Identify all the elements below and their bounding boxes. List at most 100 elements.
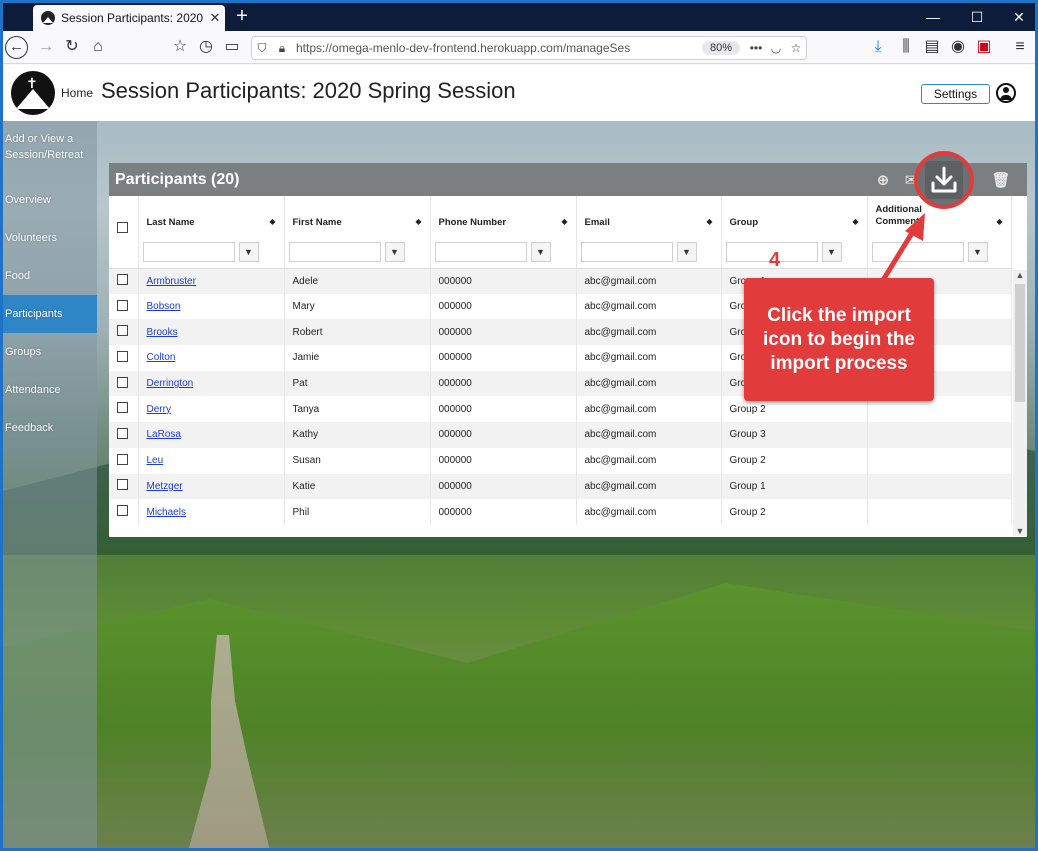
sort-icon[interactable]: ◆: [269, 217, 275, 226]
scroll-thumb[interactable]: [1015, 284, 1025, 402]
select-all-cell: [109, 196, 139, 236]
sort-icon[interactable]: ◆: [852, 217, 858, 226]
home-icon[interactable]: ⌂: [87, 36, 109, 58]
sort-icon[interactable]: ◆: [415, 217, 421, 226]
cell-email: abc@gmail.com: [576, 396, 722, 423]
row-checkbox[interactable]: [117, 427, 128, 439]
filter-icon[interactable]: ▼: [676, 241, 697, 262]
row-checkbox[interactable]: [117, 453, 128, 465]
row-checkbox[interactable]: [117, 274, 128, 286]
minimize-icon[interactable]: —: [911, 3, 955, 31]
star-icon[interactable]: ☆: [786, 41, 806, 55]
extension-icon[interactable]: ▣: [973, 36, 995, 58]
add-icon[interactable]: ⊕: [869, 171, 897, 189]
sort-icon[interactable]: ◆: [706, 217, 712, 226]
cell-phone: 000000: [430, 319, 577, 346]
filter-input[interactable]: [434, 241, 527, 262]
participant-name-link[interactable]: Brooks: [147, 327, 178, 338]
settings-button[interactable]: Settings: [921, 84, 990, 104]
row-checkbox[interactable]: [117, 479, 128, 491]
sidebar-item-volunteers[interactable]: Volunteers: [3, 219, 97, 257]
scroll-up-icon[interactable]: ▲: [1013, 270, 1027, 280]
trash-icon[interactable]: 🗑︎: [987, 171, 1015, 189]
cell-text: 000000: [438, 480, 472, 492]
account-icon[interactable]: ◉: [947, 36, 969, 58]
filter-icon[interactable]: ▼: [530, 241, 551, 262]
cell-text: abc@gmail.com: [584, 429, 657, 441]
menu-icon[interactable]: ≡: [1009, 36, 1031, 58]
cell-text: abc@gmail.com: [584, 326, 657, 338]
cell-text: Group 3: [729, 429, 766, 441]
close-tab-icon[interactable]: ✕: [205, 10, 225, 26]
row-checkbox[interactable]: [117, 505, 128, 517]
participant-name-link[interactable]: Armbruster: [147, 276, 196, 287]
home-link[interactable]: Home: [61, 86, 93, 100]
column-header-phone[interactable]: Phone Number ◆: [430, 196, 577, 236]
zoom-level[interactable]: 80%: [701, 41, 740, 55]
shield-icon[interactable]: ⛉: [252, 41, 272, 56]
filter-icon[interactable]: ▼: [821, 241, 842, 262]
participant-name-link[interactable]: Leu: [147, 455, 164, 466]
folder-icon[interactable]: ▭: [221, 36, 243, 58]
app-header: Home Session Participants: 2020 Spring S…: [3, 65, 1035, 121]
participant-name-link[interactable]: Metzger: [147, 481, 183, 492]
sidebar-item-sessions[interactable]: Add or View a Session/Retreat: [3, 121, 97, 181]
sidebar-item-overview[interactable]: Overview: [3, 181, 97, 219]
row-checkbox[interactable]: [117, 402, 128, 414]
user-account-icon[interactable]: [996, 83, 1016, 103]
address-bar[interactable]: ⛉ 🔒︎ https://omega-menlo-dev-frontend.he…: [251, 36, 807, 60]
browser-tab[interactable]: Session Participants: 2020 Spring Sessio…: [33, 5, 225, 31]
maximize-icon[interactable]: ☐: [955, 3, 999, 31]
new-tab-icon[interactable]: +: [231, 6, 253, 28]
back-icon[interactable]: ←: [5, 36, 28, 59]
scroll-down-icon[interactable]: ▼: [1013, 526, 1027, 536]
filter-input[interactable]: [142, 241, 235, 262]
url-text[interactable]: https://omega-menlo-dev-frontend.herokua…: [292, 41, 702, 55]
more-actions-icon[interactable]: •••: [746, 41, 766, 55]
import-icon[interactable]: [925, 161, 963, 199]
forward-icon[interactable]: →: [35, 36, 57, 58]
sidebar-item-groups[interactable]: Groups: [3, 333, 97, 371]
pocket-icon[interactable]: ◡: [766, 41, 786, 55]
participant-name-link[interactable]: LaRosa: [147, 429, 181, 440]
row-checkbox[interactable]: [117, 325, 128, 337]
filter-input[interactable]: [288, 241, 381, 262]
row-checkbox[interactable]: [117, 376, 128, 388]
sidebar-toggle-icon[interactable]: ▤: [921, 36, 943, 58]
close-window-icon[interactable]: ✕: [997, 3, 1035, 31]
sidebar-item-participants[interactable]: Participants: [3, 295, 97, 333]
logo-icon[interactable]: [11, 71, 55, 115]
sort-icon[interactable]: ◆: [561, 217, 567, 226]
select-all-checkbox[interactable]: [117, 222, 128, 233]
bookmark-star-icon[interactable]: ☆: [169, 36, 191, 58]
row-checkbox[interactable]: [117, 350, 128, 362]
column-header-last-name[interactable]: Last Name ◆: [138, 196, 285, 236]
sidebar-item-food[interactable]: Food: [3, 257, 97, 295]
filter-icon[interactable]: ▼: [967, 241, 988, 262]
reload-icon[interactable]: ↻: [61, 36, 83, 58]
cell-text: abc@gmail.com: [584, 403, 657, 415]
participant-name-link[interactable]: Derrington: [147, 378, 194, 389]
participant-name-link[interactable]: Michaels: [147, 507, 186, 518]
table-scrollbar[interactable]: ▲ ▼: [1013, 270, 1027, 536]
participant-name-link[interactable]: Derry: [147, 404, 171, 415]
filter-icon[interactable]: ▼: [238, 241, 259, 262]
lock-icon[interactable]: 🔒︎: [272, 41, 292, 56]
column-header-first-name[interactable]: First Name ◆: [284, 196, 431, 236]
sidebar-item-feedback[interactable]: Feedback: [3, 409, 97, 447]
downloads-icon[interactable]: ⤓: [867, 36, 889, 58]
sidebar-item-attendance[interactable]: Attendance: [3, 371, 97, 409]
row-checkbox[interactable]: [117, 299, 128, 311]
history-icon[interactable]: ◷: [195, 36, 217, 58]
participant-name-link[interactable]: Bobson: [147, 301, 181, 312]
cell-text: 000000: [438, 429, 472, 441]
sort-icon[interactable]: ◆: [996, 217, 1002, 226]
participant-name-link[interactable]: Colton: [147, 352, 176, 363]
column-header-group[interactable]: Group ◆: [721, 196, 868, 236]
cell-text: Adele: [292, 275, 319, 287]
filter-icon[interactable]: ▼: [384, 241, 405, 262]
library-icon[interactable]: ⫼: [895, 36, 917, 58]
column-header-email[interactable]: Email ◆: [576, 196, 722, 236]
filter-input[interactable]: [580, 241, 673, 262]
row-select-cell: [109, 422, 139, 448]
